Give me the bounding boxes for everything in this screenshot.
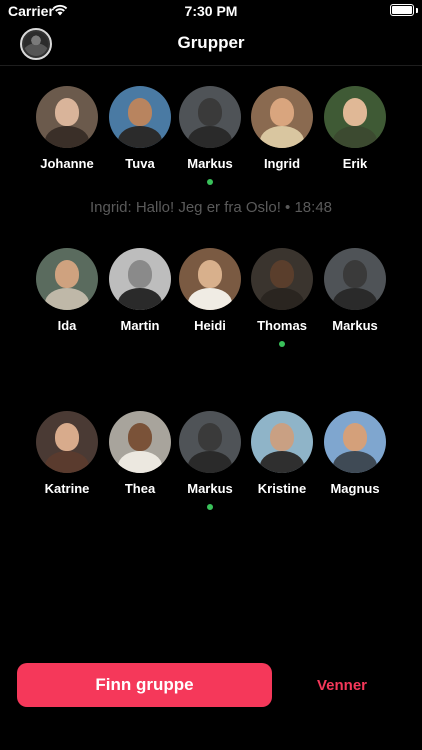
battery-icon	[390, 4, 414, 16]
online-indicator	[279, 341, 285, 347]
member-avatar	[324, 411, 386, 473]
friends-button[interactable]: Venner	[292, 663, 392, 707]
member-name: Ida	[57, 318, 77, 333]
member-avatar	[109, 86, 171, 148]
member-name: Kristine	[257, 481, 307, 496]
member-avatar	[109, 248, 171, 310]
member-name: Ingrid	[263, 156, 301, 171]
member-avatar	[179, 411, 241, 473]
member-avatar	[251, 411, 313, 473]
member-name: Tuva	[125, 156, 155, 171]
member-name: Katrine	[44, 481, 90, 496]
last-message-preview: Ingrid: Hallo! Jeg er fra Oslo! • 18:48	[89, 199, 333, 216]
battery-tip	[416, 8, 418, 13]
member-avatar	[36, 411, 98, 473]
member-avatar	[179, 248, 241, 310]
find-group-button[interactable]: Finn gruppe	[17, 663, 272, 707]
member-name: Martin	[120, 318, 160, 333]
online-indicator	[207, 179, 213, 185]
member-name: Thea	[124, 481, 156, 496]
member-avatar	[251, 86, 313, 148]
member-avatar	[179, 86, 241, 148]
member-name: Erik	[342, 156, 368, 171]
member-avatar	[36, 86, 98, 148]
groups-screen: Carrier 7:30 PM Grupper Johanne Tuva Marku…	[0, 0, 422, 750]
member-avatar	[251, 248, 313, 310]
member-name: Thomas	[257, 318, 307, 333]
member-name: Johanne	[40, 156, 94, 171]
member-avatar	[109, 411, 171, 473]
status-bar: Carrier 7:30 PM	[0, 0, 422, 22]
member-name: Markus	[187, 156, 233, 171]
member-avatar	[324, 86, 386, 148]
member-name: Magnus	[330, 481, 380, 496]
member-avatar	[36, 248, 98, 310]
member-name: Markus	[187, 481, 233, 496]
clock-label: 7:30 PM	[184, 3, 238, 19]
member-avatar	[324, 248, 386, 310]
online-indicator	[207, 504, 213, 510]
navigation-bar: Grupper	[0, 22, 422, 66]
member-name: Markus	[332, 318, 378, 333]
page-title: Grupper	[177, 33, 245, 52]
member-name: Heidi	[194, 318, 226, 333]
